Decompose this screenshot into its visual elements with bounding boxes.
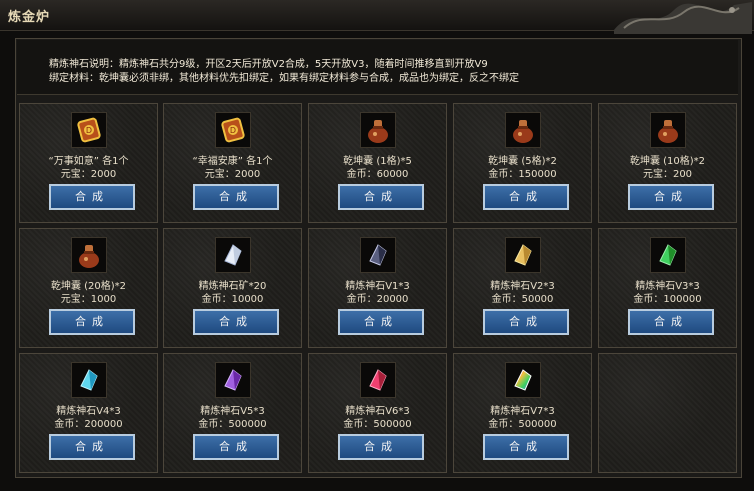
combine-button[interactable]: 合成 [49,309,135,335]
recipe-cost: 金币：100000 [633,294,702,305]
combine-button[interactable]: 合成 [49,434,135,460]
green-crystal-icon[interactable] [650,237,686,273]
combine-button[interactable]: 合成 [49,184,135,210]
recipe-cell: 精炼神石V7*3 金币：500000 合成 [453,353,592,473]
recipe-cell: 乾坤囊 (1格)*5 金币：60000 合成 [308,103,447,223]
recipe-cost: 金币：20000 [346,294,409,305]
combine-button[interactable]: 合成 [628,309,714,335]
recipe-cost: 金币：500000 [198,419,267,430]
recipe-cell: 乾坤囊 (5格)*2 金币：150000 合成 [453,103,592,223]
pouch-icon[interactable] [505,112,541,148]
red-gold-token-icon[interactable]: D [215,112,251,148]
description-panel: 精炼神石说明：精炼神石共分9级，开区2天后开放V2合成，5天开放V3，随着时间推… [17,40,738,95]
recipe-cell: 精炼神石V2*3 金币：50000 合成 [453,228,592,348]
recipe-cost: 元宝：2000 [204,169,261,180]
recipe-cell: D “幸福安康” 各1个 元宝：2000 合成 [163,103,302,223]
combine-button[interactable]: 合成 [193,184,279,210]
pouch-icon[interactable] [360,112,396,148]
cyan-crystal-icon[interactable] [71,362,107,398]
recipe-cost: 元宝：2000 [60,169,117,180]
recipe-cost: 金币：50000 [491,294,554,305]
recipe-cost: 金币：500000 [343,419,412,430]
recipe-cell: D “万事如意” 各1个 元宝：2000 合成 [19,103,158,223]
recipe-cell: 乾坤囊 (10格)*2 元宝：200 合成 [598,103,737,223]
window-title: 炼金炉 [8,10,51,25]
purple-crystal-icon[interactable] [215,362,251,398]
white-crystal-icon[interactable] [215,237,251,273]
recipe-cost: 金币：10000 [201,294,264,305]
pouch-icon[interactable] [71,237,107,273]
recipe-cost: 金币：60000 [346,169,409,180]
recipe-cell: 乾坤囊 (20格)*2 元宝：1000 合成 [19,228,158,348]
svg-text:D: D [230,126,236,135]
combine-button[interactable]: 合成 [483,184,569,210]
svg-text:D: D [86,126,92,135]
dragon-ornament-icon [614,2,752,34]
recipe-cell: 精炼神石V5*3 金币：500000 合成 [163,353,302,473]
combine-button[interactable]: 合成 [483,434,569,460]
recipe-cost: 金币：500000 [488,419,557,430]
combine-button[interactable]: 合成 [628,184,714,210]
combine-button[interactable]: 合成 [193,309,279,335]
empty-recipe-slot [598,353,737,473]
recipe-cost: 元宝：1000 [60,294,117,305]
recipe-cell: 精炼神石V3*3 金币：100000 合成 [598,228,737,348]
description-line-1: 精炼神石说明：精炼神石共分9级，开区2天后开放V2合成，5天开放V3，随着时间推… [49,59,488,70]
recipe-cost: 金币：150000 [488,169,557,180]
description-line-2: 绑定材料：乾坤囊必须非绑，其他材料优先扣绑定，如果有绑定材料参与合成，成品也为绑… [49,73,519,84]
combine-button[interactable]: 合成 [483,309,569,335]
combine-button[interactable]: 合成 [338,309,424,335]
recipe-cell: 精炼神石V1*3 金币：20000 合成 [308,228,447,348]
red-crystal-icon[interactable] [360,362,396,398]
red-gold-token-icon[interactable]: D [71,112,107,148]
combine-button[interactable]: 合成 [338,184,424,210]
gold-crystal-icon[interactable] [505,237,541,273]
recipe-cost: 元宝：200 [642,169,693,180]
combine-button[interactable]: 合成 [193,434,279,460]
rainbow-crystal-icon[interactable] [505,362,541,398]
combine-button[interactable]: 合成 [338,434,424,460]
recipe-cost: 金币：200000 [54,419,123,430]
window-titlebar: 炼金炉 [0,0,754,34]
recipe-cell: 精炼神石V6*3 金币：500000 合成 [308,353,447,473]
recipe-cell: 精炼神石矿*20 金币：10000 合成 [163,228,302,348]
pouch-icon[interactable] [650,112,686,148]
dark-crystal-icon[interactable] [360,237,396,273]
recipe-cell: 精炼神石V4*3 金币：200000 合成 [19,353,158,473]
